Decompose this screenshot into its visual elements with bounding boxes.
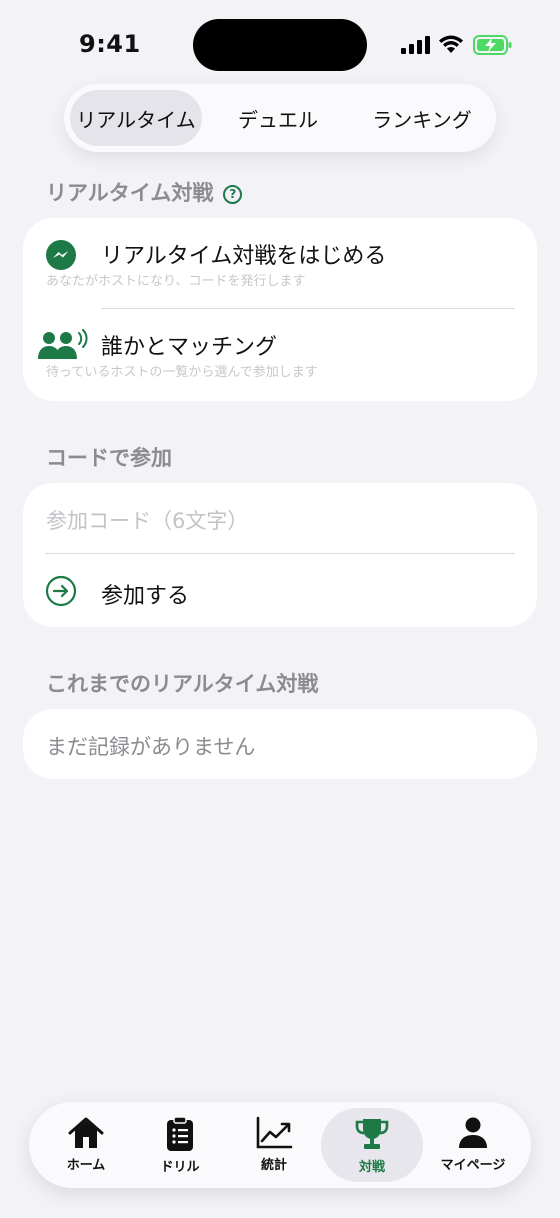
- clipboard-list-icon: [167, 1116, 193, 1151]
- people-broadcast-icon: [38, 329, 88, 359]
- history-card: まだ記録がありません: [23, 709, 537, 779]
- join-card: 参加コード（6文字） 参加する: [23, 483, 537, 627]
- tab-mypage[interactable]: マイページ: [427, 1108, 519, 1182]
- segment-duel[interactable]: デュエル: [202, 90, 354, 146]
- join-button[interactable]: 参加する: [23, 554, 537, 627]
- realtime-section-header: リアルタイム対戦?: [46, 177, 243, 207]
- join-section-title: コードで参加: [46, 446, 172, 470]
- tab-bar: ホーム ドリル 統計 対戦 マイページ: [29, 1102, 531, 1188]
- start-realtime-row[interactable]: リアルタイム対戦をはじめる あなたがホストになり、コードを発行します: [23, 218, 537, 308]
- person-icon: [459, 1117, 487, 1148]
- realtime-section-title: リアルタイム対戦: [46, 181, 214, 205]
- start-realtime-title: リアルタイム対戦をはじめる: [101, 244, 387, 269]
- realtime-card: リアルタイム対戦をはじめる あなたがホストになり、コードを発行します 誰かとマッ…: [23, 218, 537, 401]
- start-realtime-subtitle: あなたがホストになり、コードを発行します: [46, 274, 306, 289]
- tab-home-label: ホーム: [66, 1158, 106, 1173]
- tab-battle[interactable]: 対戦: [321, 1108, 423, 1182]
- tab-mypage-label: マイページ: [440, 1158, 506, 1173]
- tab-drill-label: ドリル: [160, 1160, 200, 1175]
- matching-row[interactable]: 誰かとマッチング 待っているホストの一覧から選んで参加します: [23, 309, 537, 401]
- wifi-icon: [439, 35, 463, 53]
- status-bar: 9:41: [0, 0, 560, 90]
- history-section-title: これまでのリアルタイム対戦: [46, 672, 319, 696]
- join-button-label: 参加する: [101, 584, 190, 609]
- arrow-right-circle-icon: [45, 575, 77, 607]
- tab-battle-label: 対戦: [358, 1160, 385, 1175]
- line-chart-icon: [256, 1116, 293, 1149]
- help-icon[interactable]: ?: [223, 184, 243, 204]
- code-input-row[interactable]: 参加コード（6文字）: [23, 483, 537, 553]
- status-time: 9:41: [79, 30, 141, 58]
- segment-realtime[interactable]: リアルタイム: [70, 90, 202, 146]
- join-code-input[interactable]: 参加コード（6文字）: [46, 505, 248, 535]
- segment-ranking[interactable]: ランキング: [354, 90, 490, 146]
- matching-subtitle: 待っているホストの一覧から選んで参加します: [46, 365, 318, 380]
- tab-home[interactable]: ホーム: [41, 1108, 131, 1182]
- history-empty-text: まだ記録がありません: [46, 735, 256, 759]
- home-icon: [68, 1117, 104, 1148]
- tab-stats[interactable]: 統計: [229, 1108, 319, 1182]
- dynamic-island: [193, 19, 367, 71]
- matching-title: 誰かとマッチング: [101, 335, 278, 360]
- battery-charging-icon: [473, 35, 512, 55]
- tab-drill[interactable]: ドリル: [135, 1108, 225, 1182]
- trophy-icon: [355, 1119, 389, 1149]
- mode-segmented-control: リアルタイム デュエル ランキング: [64, 84, 496, 152]
- messenger-bolt-icon: [46, 240, 76, 270]
- cellular-signal-icon: [401, 36, 430, 54]
- tab-stats-label: 統計: [260, 1158, 287, 1173]
